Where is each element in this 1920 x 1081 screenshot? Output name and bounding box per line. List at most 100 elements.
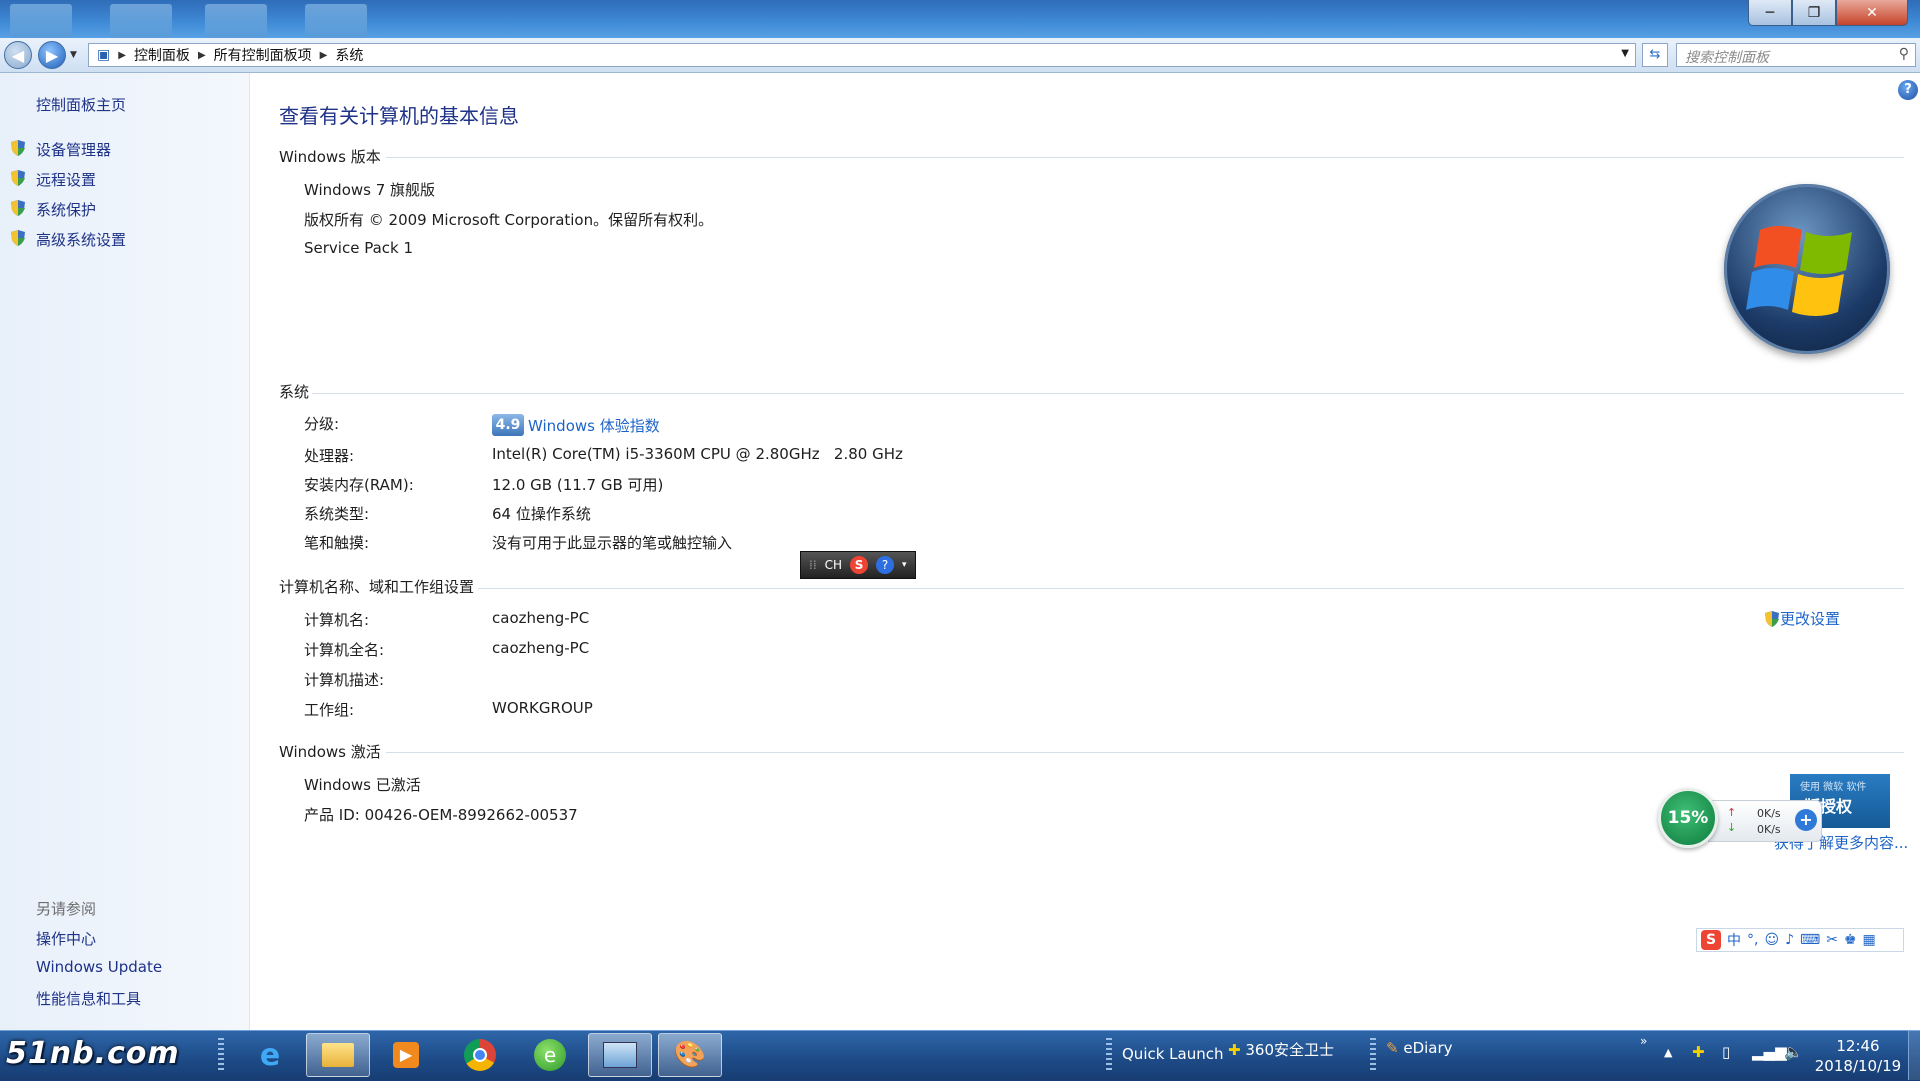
taskbar-media-player[interactable]: ▶ (374, 1033, 438, 1077)
see-also-windows-update[interactable]: Windows Update (36, 958, 162, 976)
section-divider (312, 393, 1904, 394)
edition-copyright: 版权所有 © 2009 Microsoft Corporation。保留所有权利… (304, 211, 714, 229)
change-settings-label[interactable]: 更改设置 (1780, 608, 1840, 629)
recent-pages-dropdown[interactable]: ▼ (70, 50, 77, 60)
see-also-action-center[interactable]: 操作中心 (36, 928, 96, 949)
taskbar-360-safe[interactable]: ✚ 360安全卫士 (1228, 1039, 1334, 1060)
tools-icon[interactable]: ✂ (1826, 932, 1838, 948)
background-thumbnail (10, 4, 72, 38)
show-desktop-button[interactable] (1908, 1030, 1920, 1080)
breadcrumb-control-panel[interactable]: 控制面板 (134, 45, 190, 65)
task-advanced-settings[interactable]: 高级系统设置 (36, 229, 126, 250)
computer-name-label: 计算机名: (304, 611, 370, 629)
search-placeholder: 搜索控制面板 (1685, 50, 1769, 66)
device-tray-icon[interactable]: ▯ (1722, 1043, 1730, 1061)
control-panel-home-link[interactable]: 控制面板主页 (36, 94, 126, 115)
refresh-icon: ⇆ (1649, 47, 1661, 62)
chevron-right-icon[interactable]: ▶ (320, 50, 328, 61)
emoji-icon[interactable]: ☺ (1764, 932, 1779, 948)
back-button[interactable]: ◀ (4, 41, 32, 69)
quick-launch-label[interactable]: Quick Launch (1122, 1045, 1224, 1063)
search-input[interactable]: 搜索控制面板 ⚲ (1676, 43, 1916, 67)
shield-icon (11, 230, 25, 246)
experience-index-link[interactable]: Windows 体验指数 (528, 415, 660, 436)
360-tray-icon[interactable]: ✚ (1692, 1043, 1705, 1061)
taskbar-ie[interactable]: e (238, 1033, 302, 1077)
paint-icon: 🎨 (673, 1040, 707, 1070)
taskbar-chrome[interactable] (448, 1033, 512, 1077)
sogou-icon[interactable]: S (850, 556, 869, 574)
maximize-button[interactable]: ❐ (1792, 0, 1836, 26)
arrow-left-icon: ◀ (11, 45, 25, 65)
taskbar-clock[interactable]: 12:46 2018/10/19 (1800, 1036, 1916, 1076)
task-remote-settings[interactable]: 远程设置 (36, 169, 96, 190)
section-header-computer: 计算机名称、域和工作组设置 (279, 578, 475, 596)
network-signal-icon[interactable]: ▂▄▆ (1752, 1043, 1787, 1061)
close-button[interactable]: ✕ (1836, 0, 1908, 26)
windows-logo (1724, 184, 1890, 354)
processor-label: 处理器: (304, 447, 355, 465)
help-icon[interactable]: ? (876, 556, 895, 574)
see-also-performance-tools[interactable]: 性能信息和工具 (36, 988, 141, 1009)
section-divider (386, 752, 1904, 753)
download-speed: 0K/s (1757, 823, 1781, 836)
breadcrumb-all-items[interactable]: 所有控制面板项 (214, 45, 312, 65)
search-icon[interactable]: ⚲ (1899, 46, 1909, 62)
background-thumbnail (205, 4, 267, 38)
network-speed-widget[interactable]: ↑ 0K/s ↓ 0K/s + 15% (1658, 788, 1830, 848)
product-id: 产品 ID: 00426-OEM-8992662-00537 (304, 806, 578, 824)
grip-icon[interactable] (1370, 1038, 1376, 1072)
menu-icon[interactable]: ▦ (1863, 932, 1876, 948)
change-settings-link[interactable]: 更改设置 (1764, 608, 1840, 629)
shield-icon (11, 140, 25, 156)
clock-time: 12:46 (1836, 1037, 1880, 1055)
taskbar-ediary[interactable]: ✎ eDiary (1386, 1039, 1453, 1057)
pen-touch-value: 没有可用于此显示器的笔或触控输入 (492, 534, 733, 552)
sogou-status-bar[interactable]: S 中 °, ☺ ♪ ⌨ ✂ ♚ ▦ (1696, 928, 1904, 952)
breadcrumb-system[interactable]: 系统 (335, 45, 363, 65)
ime-toolbar[interactable]: ⁞⁞ CH S ? ▾ (800, 551, 916, 579)
memory-usage-circle[interactable]: 15% (1658, 788, 1718, 848)
network-speed-panel: ↑ 0K/s ↓ 0K/s + (1708, 800, 1822, 842)
clock-date: 2018/10/19 (1814, 1057, 1902, 1075)
punctuation-icon[interactable]: °, (1747, 932, 1758, 948)
minimize-button[interactable]: ─ (1748, 0, 1792, 26)
ediary-icon: ✎ (1386, 1039, 1399, 1057)
shield-icon (11, 200, 25, 216)
shield-icon (11, 170, 25, 186)
address-dropdown-icon[interactable]: ▼ (1621, 48, 1629, 59)
chinese-mode-icon[interactable]: 中 (1727, 930, 1741, 950)
taskbar-browser[interactable]: e (518, 1033, 582, 1077)
skin-icon[interactable]: ♚ (1844, 932, 1857, 948)
pen-touch-label: 笔和触摸: (304, 534, 370, 552)
task-system-protection[interactable]: 系统保护 (36, 199, 96, 220)
computer-name-value: caozheng-PC (492, 609, 590, 627)
keyboard-icon[interactable]: ⌨ (1800, 932, 1820, 948)
360-icon: ✚ (1228, 1041, 1241, 1059)
show-hidden-icons[interactable]: ▲ (1664, 1046, 1672, 1059)
taskbar-explorer[interactable] (306, 1033, 370, 1077)
system-type-value: 64 位操作系统 (492, 505, 591, 523)
grip-icon[interactable] (1106, 1038, 1112, 1072)
toolbar-overflow-icon[interactable]: » (1640, 1034, 1647, 1048)
task-device-manager[interactable]: 设备管理器 (36, 139, 111, 160)
grip-icon[interactable]: ⁞⁞ (809, 558, 817, 572)
chevron-right-icon[interactable]: ▶ (118, 50, 126, 61)
experience-index-badge[interactable]: 4.9 (492, 414, 524, 436)
refresh-button[interactable]: ⇆ (1642, 43, 1668, 67)
plus-icon[interactable]: + (1795, 809, 1817, 831)
start-button[interactable]: 51nb.com (6, 1036, 202, 1076)
taskbar-paint[interactable]: 🎨 (658, 1033, 722, 1077)
chevron-down-icon[interactable]: ▾ (902, 560, 907, 570)
chevron-right-icon[interactable]: ▶ (198, 50, 206, 61)
processor-value: Intel(R) Core(TM) i5-3360M CPU @ 2.80GHz… (492, 445, 903, 463)
help-icon[interactable]: ? (1898, 80, 1918, 100)
address-bar[interactable]: ▣ ▶ 控制面板 ▶ 所有控制面板项 ▶ 系统 ▼ (88, 43, 1636, 67)
ime-language[interactable]: CH (825, 558, 842, 572)
sogou-icon[interactable]: S (1701, 930, 1721, 950)
grip-icon[interactable] (218, 1038, 224, 1072)
taskbar-control-panel[interactable] (588, 1033, 652, 1077)
edition-name: Windows 7 旗舰版 (304, 181, 436, 199)
forward-button[interactable]: ▶ (38, 41, 66, 69)
microphone-icon[interactable]: ♪ (1785, 932, 1794, 948)
